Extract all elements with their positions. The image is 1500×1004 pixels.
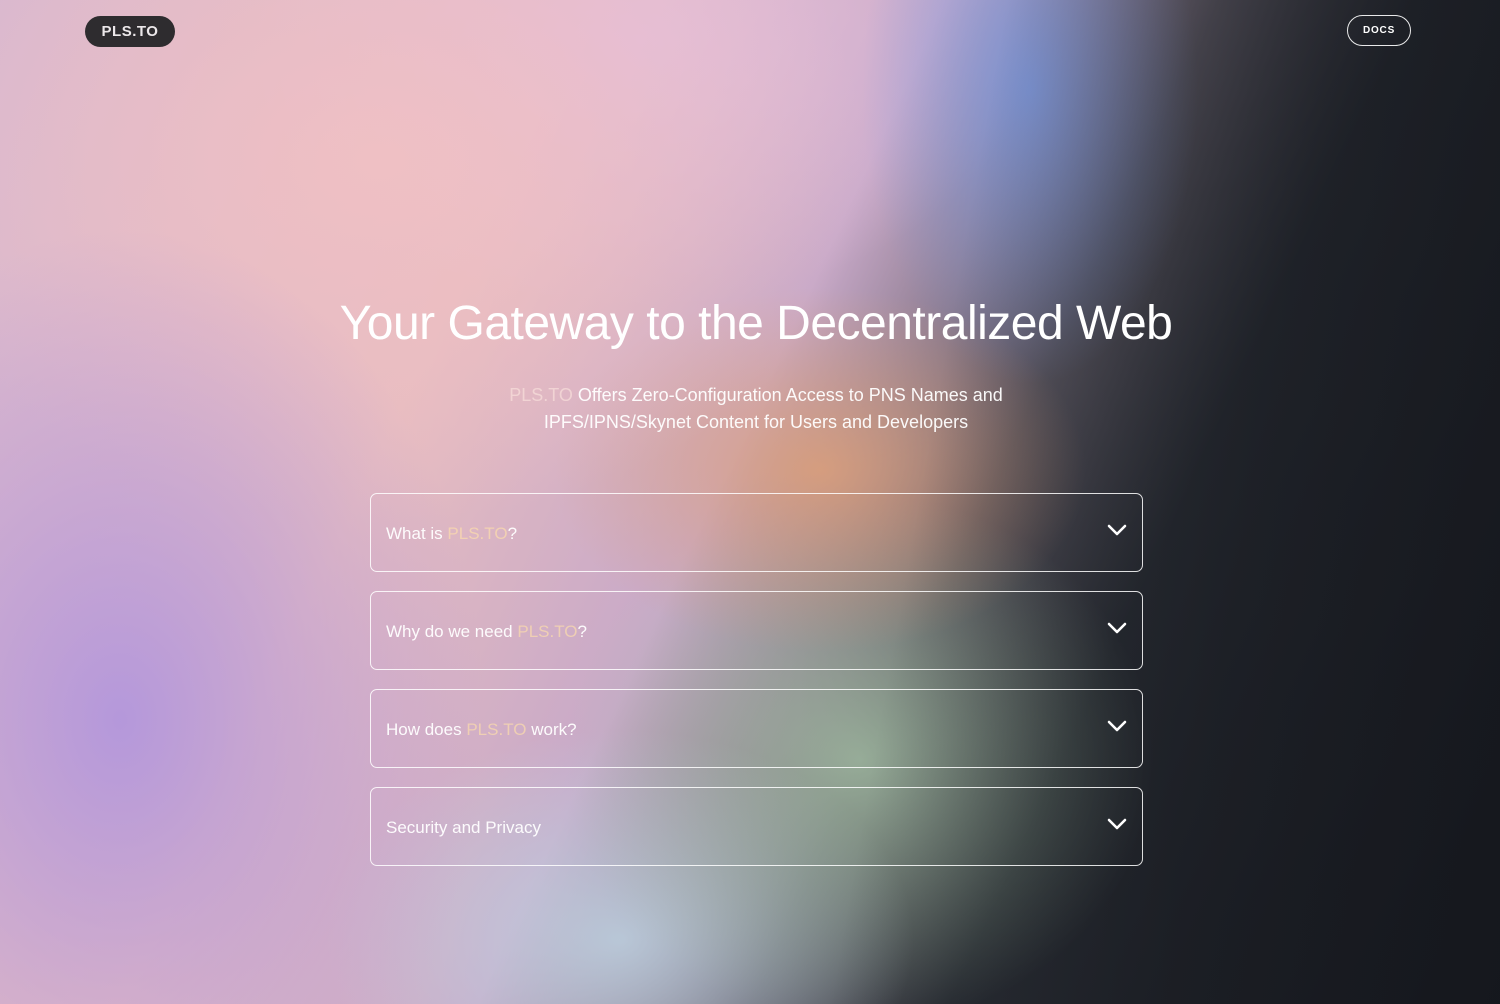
chevron-down-icon[interactable] (1106, 519, 1128, 541)
logo[interactable]: PLS.TO (85, 16, 175, 47)
faq-question-suffix: work? (531, 719, 577, 739)
faq-question: Security and Privacy (386, 816, 541, 838)
hero-subtitle-line-1: PLS.TO Offers Zero-Configuration Access … (12, 382, 1500, 409)
faq-question-prefix: How does (386, 719, 462, 739)
faq-item-security-privacy[interactable]: Security and Privacy (370, 787, 1143, 866)
subtitle-brand: PLS.TO (509, 385, 573, 405)
faq-question-prefix: What is (386, 523, 443, 543)
faq-question: What is PLS.TO? (386, 522, 517, 544)
faq-question-brand: PLS.TO (517, 621, 578, 641)
chevron-down-icon[interactable] (1106, 813, 1128, 835)
faq-item-why-need[interactable]: Why do we need PLS.TO? (370, 591, 1143, 670)
faq-item-how-work[interactable]: How does PLS.TO work? (370, 689, 1143, 768)
faq-question: How does PLS.TO work? (386, 718, 577, 740)
chevron-down-icon[interactable] (1106, 617, 1128, 639)
hero-subtitle: PLS.TO Offers Zero-Configuration Access … (0, 382, 1500, 436)
hero-subtitle-line-2: IPFS/IPNS/Skynet Content for Users and D… (543, 412, 969, 432)
faq-question-brand: PLS.TO (447, 523, 508, 543)
faq-question-suffix: ? (577, 621, 587, 641)
faq-question-brand: PLS.TO (466, 719, 527, 739)
faq-question-prefix: Why do we need (386, 621, 513, 641)
docs-button[interactable]: DOCS (1347, 15, 1411, 46)
faq-question-suffix: ? (507, 523, 518, 543)
page-title: Your Gateway to the Decentralized Web (339, 297, 1173, 350)
faq-question: Why do we need PLS.TO? (386, 620, 587, 642)
faq-item-what-is[interactable]: What is PLS.TO? (370, 493, 1143, 572)
faq-question-prefix: Security and Privacy (386, 817, 541, 837)
chevron-down-icon[interactable] (1106, 715, 1128, 737)
subtitle-line-1-text: Offers Zero-Configuration Access to PNS … (577, 385, 1003, 405)
